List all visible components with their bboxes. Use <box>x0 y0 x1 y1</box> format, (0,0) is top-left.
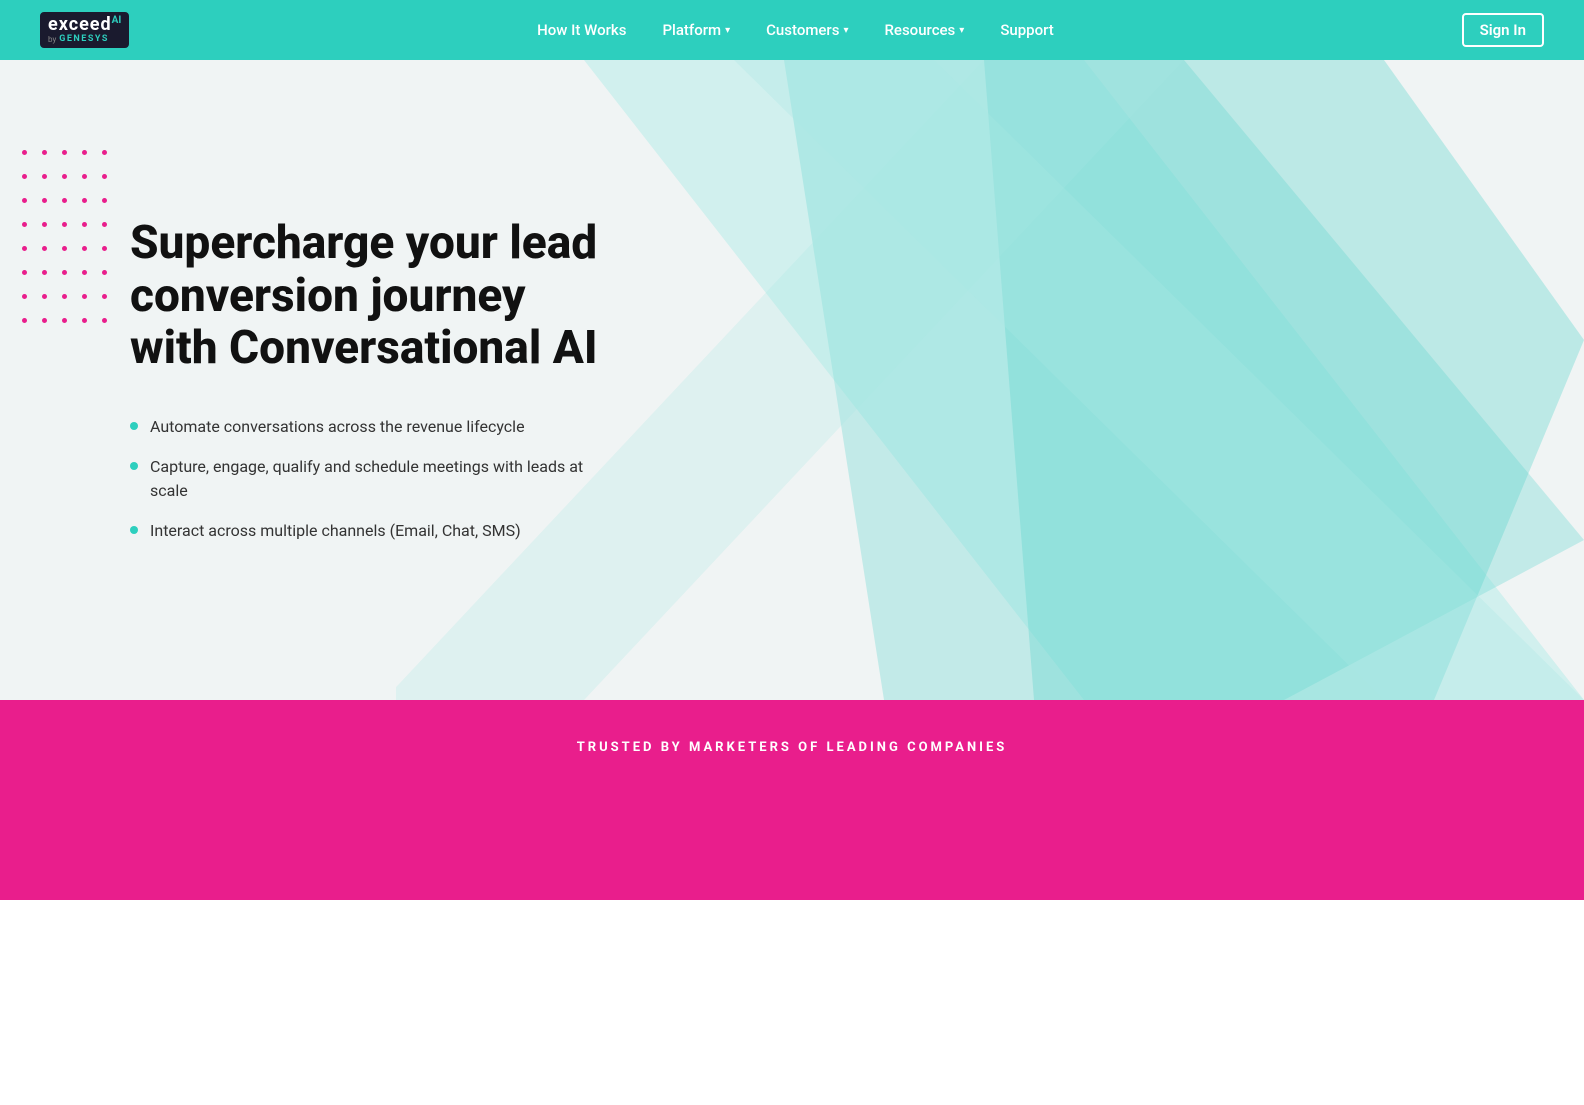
hero-bullet-2: Capture, engage, qualify and schedule me… <box>130 455 620 503</box>
nav-link-platform[interactable]: Platform ▾ <box>662 21 730 39</box>
logo-brand: exceed <box>48 16 112 34</box>
bullet-dot-icon <box>130 526 138 534</box>
logo-ai: AI <box>112 16 122 26</box>
logo-partner: GENESYS <box>59 34 109 44</box>
chevron-down-icon: ▾ <box>959 25 964 36</box>
chevron-down-icon: ▾ <box>843 25 848 36</box>
signin-button[interactable]: Sign In <box>1462 13 1544 47</box>
hero-section: Supercharge your lead conversion journey… <box>0 60 1584 700</box>
navbar: exceed AI by GENESYS How It Works Platfo… <box>0 0 1584 60</box>
bullet-dot-icon <box>130 422 138 430</box>
hero-bullets: Automate conversations across the revenu… <box>130 415 620 543</box>
nav-item-customers[interactable]: Customers ▾ <box>766 21 848 39</box>
nav-link-support[interactable]: Support <box>1000 21 1053 39</box>
hero-title: Supercharge your lead conversion journey… <box>130 217 620 376</box>
bullet-dot-icon <box>130 462 138 470</box>
nav-link-resources[interactable]: Resources ▾ <box>884 21 964 39</box>
chevron-down-icon: ▾ <box>725 25 730 36</box>
nav-menu: How It Works Platform ▾ Customers ▾ Reso… <box>537 21 1054 39</box>
logo[interactable]: exceed AI by GENESYS <box>40 12 129 48</box>
nav-item-resources[interactable]: Resources ▾ <box>884 21 964 39</box>
trusted-label: TRUSTED BY MARKETERS OF LEADING COMPANIE… <box>80 740 1504 755</box>
hero-bullet-3: Interact across multiple channels (Email… <box>130 519 620 543</box>
nav-item-how-it-works[interactable]: How It Works <box>537 21 626 39</box>
nav-item-support[interactable]: Support <box>1000 21 1053 39</box>
hero-content: Supercharge your lead conversion journey… <box>0 137 700 624</box>
hero-bullet-1: Automate conversations across the revenu… <box>130 415 620 439</box>
logo-by: by <box>48 35 56 44</box>
trusted-section: TRUSTED BY MARKETERS OF LEADING COMPANIE… <box>0 700 1584 900</box>
nav-item-platform[interactable]: Platform ▾ <box>662 21 730 39</box>
nav-link-how-it-works[interactable]: How It Works <box>537 21 626 39</box>
nav-link-customers[interactable]: Customers ▾ <box>766 21 848 39</box>
